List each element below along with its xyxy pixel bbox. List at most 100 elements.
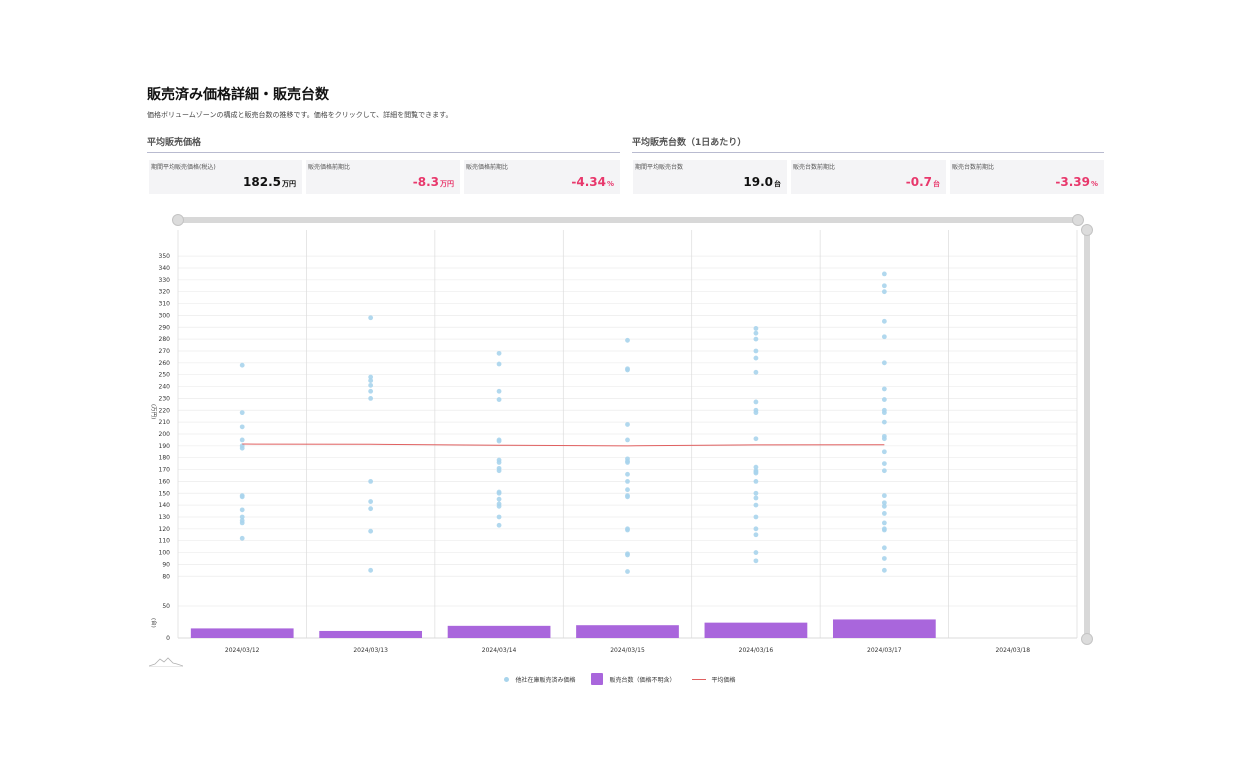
price-tick-label: 350	[159, 253, 171, 260]
price-tick-label: 290	[159, 324, 171, 331]
price-point	[753, 526, 759, 532]
price-point	[496, 438, 502, 444]
legend-item-bar[interactable]: 販売台数（価格不明含）	[591, 673, 676, 685]
price-tick-label: 150	[159, 490, 171, 497]
price-point	[496, 388, 502, 394]
category-label: 2024/03/13	[353, 647, 388, 654]
horizontal-range-slider[interactable]	[172, 214, 1084, 226]
price-point	[496, 460, 502, 465]
price-tick-label: 320	[159, 289, 171, 296]
price-point	[881, 493, 887, 499]
price-point	[496, 468, 502, 474]
price-tick-label: 120	[159, 526, 171, 533]
price-point	[881, 386, 887, 392]
price-tick-label: 210	[159, 419, 171, 426]
price-axis-label: (万円)	[150, 404, 157, 419]
price-point	[881, 419, 887, 425]
price-point	[625, 367, 630, 373]
price-point	[753, 410, 759, 416]
price-point	[881, 503, 887, 509]
count-tick-label: 50	[162, 603, 170, 610]
price-point	[496, 490, 502, 496]
price-point	[881, 271, 887, 277]
category-label: 2024/03/17	[867, 647, 902, 654]
price-point	[881, 289, 887, 295]
kpi-card-count-change: 販売台数前期比 -0.7台	[791, 160, 946, 194]
price-point	[625, 527, 630, 533]
price-point	[753, 495, 759, 501]
price-point	[753, 348, 759, 354]
price-tick-label: 220	[159, 407, 171, 414]
legend-label: 他社在庫販売済み価格	[515, 676, 576, 684]
price-point	[881, 449, 887, 455]
price-point	[881, 283, 887, 289]
price-point	[881, 461, 887, 467]
category-label: 2024/03/12	[225, 647, 260, 654]
price-point	[496, 503, 502, 509]
price-tick-label: 310	[159, 301, 171, 308]
price-point	[753, 330, 759, 336]
kpi-value: -3.39%	[1055, 175, 1098, 189]
price-point	[239, 362, 245, 368]
kpi-card-count-change-percent: 販売台数前期比 -3.39%	[950, 160, 1104, 194]
price-tick-label: 100	[159, 550, 171, 557]
price-point	[881, 360, 887, 366]
slider-start-handle[interactable]	[172, 214, 184, 226]
price-point	[753, 470, 759, 476]
count-bar	[190, 628, 294, 638]
price-tick-label: 250	[159, 372, 171, 379]
price-point	[753, 355, 759, 361]
price-tick-label: 90	[162, 561, 170, 568]
price-tick-label: 180	[159, 455, 171, 462]
price-tick-label: 170	[159, 467, 171, 474]
price-point	[753, 558, 759, 564]
price-tick-label: 130	[159, 514, 171, 521]
price-point	[625, 460, 630, 465]
slider-track[interactable]	[178, 217, 1078, 223]
category-label: 2024/03/14	[482, 647, 517, 654]
price-point	[881, 545, 887, 551]
page-description: 価格ボリュームゾーンの構成と販売台数の推移です。価格をクリックして、詳細を閲覧で…	[147, 111, 453, 119]
price-volume-chart[interactable]: 80 90 100 110 120 130 140 150 160 170 180 190 200 210…	[140, 226, 1085, 658]
kpi-label: 販売台数前期比	[952, 164, 995, 171]
price-point	[753, 336, 759, 342]
price-point	[239, 494, 245, 500]
kpi-value: -8.3万円	[412, 175, 454, 189]
mini-overview-line	[149, 657, 183, 667]
price-point	[881, 436, 887, 442]
price-point	[239, 445, 245, 451]
price-point	[881, 334, 887, 340]
price-point	[496, 397, 502, 402]
price-point	[881, 468, 887, 474]
price-tick-label: 280	[159, 336, 171, 343]
price-tick-label: 340	[159, 265, 171, 272]
price-point	[496, 350, 502, 356]
count-bar	[447, 625, 551, 638]
price-point	[625, 479, 630, 484]
mini-overview-chart[interactable]	[149, 655, 183, 667]
price-point	[625, 422, 630, 427]
price-point	[239, 520, 245, 526]
count-bar	[576, 625, 679, 638]
price-point	[368, 378, 374, 384]
price-point	[239, 507, 245, 513]
chart-legend: 他社在庫販売済み価格 販売台数（価格不明含） 平均価格	[0, 673, 1240, 685]
price-point	[368, 396, 374, 401]
legend-item-scatter[interactable]: 他社在庫販売済み価格	[504, 673, 575, 685]
price-point	[753, 479, 759, 484]
price-point	[881, 567, 887, 573]
price-point	[753, 514, 759, 520]
price-point	[368, 315, 374, 321]
kpi-card-price-change: 販売価格前期比 -8.3万円	[306, 160, 460, 194]
price-point	[239, 437, 245, 443]
kpi-label: 販売台数前期比	[793, 164, 836, 171]
price-tick-label: 110	[159, 538, 171, 545]
kpi-label: 販売価格前期比	[308, 164, 351, 171]
kpi-label: 販売価格前期比	[466, 164, 509, 171]
price-tick-label: 230	[159, 395, 171, 402]
count-bar	[704, 622, 808, 638]
legend-item-line[interactable]: 平均価格	[691, 673, 736, 685]
section-title-avg-count: 平均販売台数（1日あたり）	[632, 135, 1104, 153]
legend-label: 販売台数（価格不明含）	[609, 676, 676, 684]
price-point	[496, 361, 502, 367]
